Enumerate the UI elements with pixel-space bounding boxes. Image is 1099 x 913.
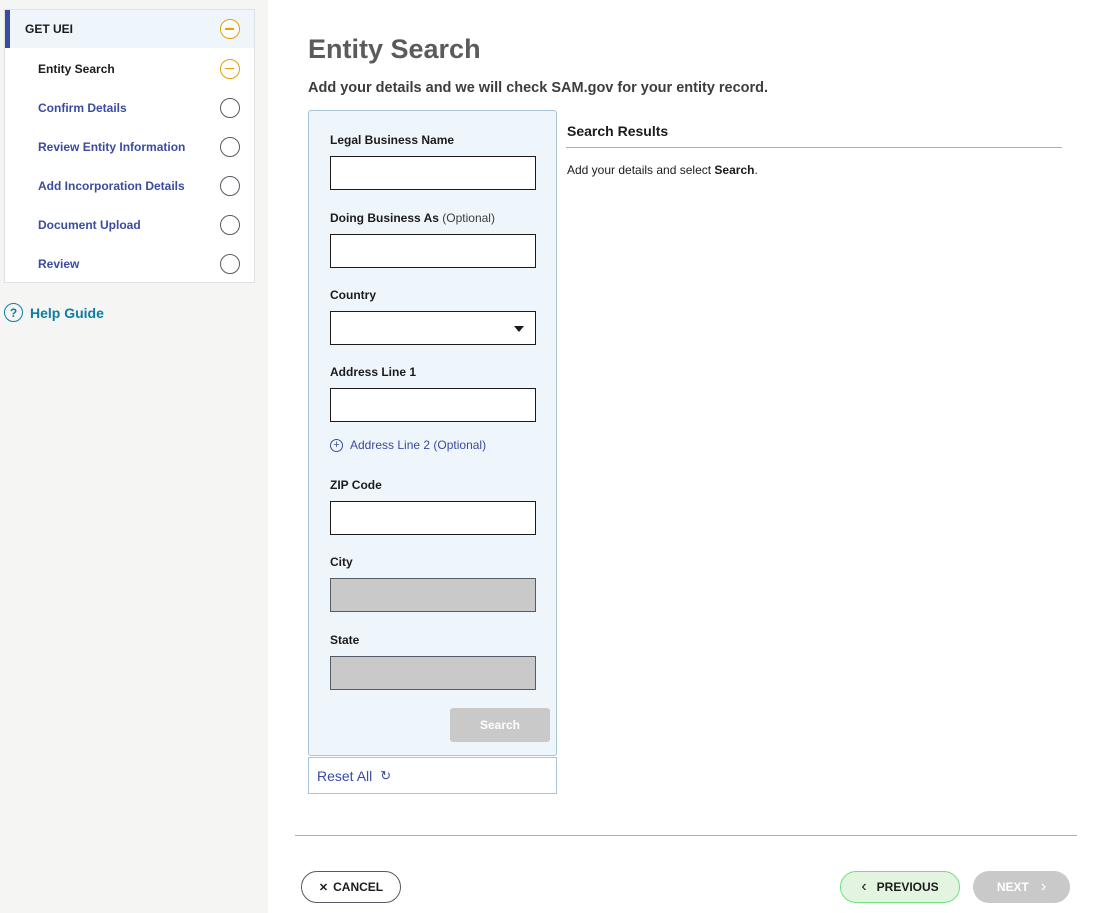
state-label: State xyxy=(330,633,360,647)
city-input xyxy=(330,578,536,612)
step-label: Confirm Details xyxy=(38,100,127,115)
add-address-line-2-link[interactable]: + Address Line 2 (Optional) xyxy=(330,438,486,452)
zip-code-label: ZIP Code xyxy=(330,478,382,492)
help-guide-link[interactable]: ? Help Guide xyxy=(4,303,104,322)
chevron-left-icon: ‹ xyxy=(861,878,867,895)
previous-button[interactable]: ‹ PREVIOUS xyxy=(840,871,960,903)
step-navigator: GET UEI Entity Search Confirm Details Re… xyxy=(4,9,255,283)
next-label: NEXT xyxy=(996,880,1029,894)
caret-down-icon xyxy=(514,326,524,332)
plus-circle-icon: + xyxy=(330,438,343,452)
empty-circle-icon xyxy=(220,97,240,118)
in-progress-icon xyxy=(220,58,240,79)
step-label: Review xyxy=(38,256,80,271)
address-line-1-label: Address Line 1 xyxy=(330,365,417,379)
page-subtitle: Add your details and we will check SAM.g… xyxy=(308,80,769,96)
step-item-review[interactable]: Review xyxy=(5,244,254,283)
sidebar: GET UEI Entity Search Confirm Details Re… xyxy=(0,0,268,913)
search-button[interactable]: Search xyxy=(450,708,550,742)
step-label: Document Upload xyxy=(38,217,141,232)
help-icon: ? xyxy=(4,303,23,322)
search-form-panel: Legal Business Name Doing Business As (O… xyxy=(308,110,557,756)
address-line-1-input[interactable] xyxy=(330,388,536,422)
step-item-review-entity-information[interactable]: Review Entity Information xyxy=(5,127,254,166)
empty-circle-icon xyxy=(220,253,240,274)
close-icon: ✕ xyxy=(318,881,329,894)
step-label: Entity Search xyxy=(38,61,115,76)
empty-circle-icon xyxy=(220,136,240,157)
reset-all-label: Reset All xyxy=(317,767,373,784)
empty-circle-icon xyxy=(220,214,240,235)
help-guide-label: Help Guide xyxy=(30,304,104,321)
step-item-entity-search[interactable]: Entity Search xyxy=(5,49,254,88)
step-item-confirm-details[interactable]: Confirm Details xyxy=(5,88,254,127)
empty-circle-icon xyxy=(220,175,240,196)
city-label: City xyxy=(330,555,353,569)
search-results-hint: Add your details and select Search. xyxy=(567,163,758,177)
cancel-label: CANCEL xyxy=(333,880,384,894)
in-progress-icon xyxy=(220,19,240,39)
search-results-title: Search Results xyxy=(567,123,669,139)
address-line-2-label: Address Line 2 (Optional) xyxy=(350,438,487,452)
reset-all-button[interactable]: Reset All ↻ xyxy=(308,757,557,794)
step-label: Add Incorporation Details xyxy=(38,178,185,193)
step-item-add-incorporation-details[interactable]: Add Incorporation Details xyxy=(5,166,254,205)
country-select[interactable] xyxy=(330,311,536,345)
step-label: Review Entity Information xyxy=(38,139,186,154)
doing-business-as-text: Doing Business As xyxy=(330,211,439,225)
step-header-label: GET UEI xyxy=(25,22,74,36)
legal-business-name-input[interactable] xyxy=(330,156,536,190)
hint-prefix: Add your details and select xyxy=(567,163,715,177)
step-item-document-upload[interactable]: Document Upload xyxy=(5,205,254,244)
optional-text: (Optional) xyxy=(442,211,495,225)
hint-bold: Search xyxy=(714,163,755,177)
page-title: Entity Search xyxy=(308,34,481,64)
doing-business-as-input[interactable] xyxy=(330,234,536,268)
chevron-right-icon: › xyxy=(1040,878,1047,895)
cancel-button[interactable]: ✕ CANCEL xyxy=(301,871,401,903)
previous-label: PREVIOUS xyxy=(876,880,939,894)
legal-business-name-label: Legal Business Name xyxy=(330,133,455,147)
refresh-icon: ↻ xyxy=(380,767,392,783)
next-button: NEXT › xyxy=(973,871,1070,903)
step-header-get-uei[interactable]: GET UEI xyxy=(5,10,254,48)
results-divider xyxy=(566,147,1062,148)
footer-divider xyxy=(295,835,1077,836)
doing-business-as-label: Doing Business As (Optional) xyxy=(330,211,495,225)
hint-suffix: . xyxy=(754,163,758,177)
country-label: Country xyxy=(330,288,376,302)
zip-code-input[interactable] xyxy=(330,501,536,535)
state-input xyxy=(330,656,536,690)
